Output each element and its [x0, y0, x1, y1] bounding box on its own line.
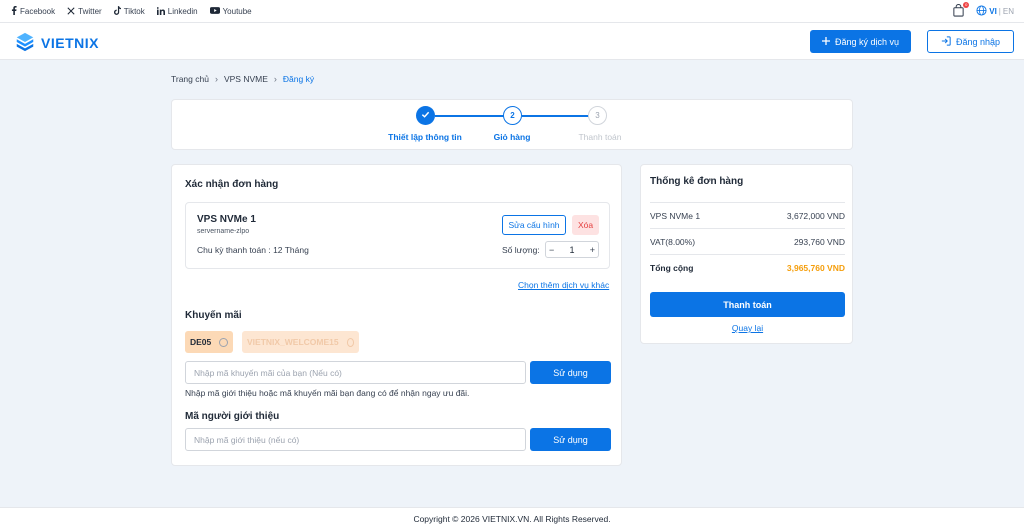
main-header: VIETNIX Đăng ký dịch vụ Đăng nhập — [0, 23, 1024, 60]
step-2-circle: 2 — [503, 106, 522, 125]
chevron-right-icon: › — [273, 74, 277, 84]
linkedin-link[interactable]: Linkedin — [156, 6, 198, 17]
check-icon — [421, 110, 430, 121]
summary-total-value: 3,965,760 VND — [786, 262, 845, 273]
breadcrumb: Trang chủ › VPS NVME › Đăng ký — [171, 74, 314, 84]
quantity-stepper: − 1 + — [545, 241, 599, 258]
product-hostname: servername-zlpo — [197, 228, 250, 235]
quantity-decrease-button[interactable]: − — [549, 245, 554, 255]
summary-row-label: VPS NVMe 1 — [650, 210, 701, 221]
youtube-icon — [209, 7, 220, 16]
cart-count-badge: 0 — [963, 2, 970, 8]
cart-button[interactable]: 0 — [952, 2, 970, 19]
step-3-label: Thanh toán — [578, 132, 622, 142]
promo-hint: Nhập mã giới thiệu hoặc mã khuyến mãi bạ… — [185, 388, 470, 398]
linkedin-icon — [156, 6, 165, 17]
step-1-circle — [416, 106, 435, 125]
step-connector-active — [522, 115, 597, 117]
promo-code-input[interactable] — [185, 361, 526, 384]
lang-separator: | — [998, 6, 1001, 16]
language-switcher[interactable]: VI | EN — [976, 4, 1014, 18]
product-name: VPS NVMe 1 — [197, 214, 256, 225]
login-icon — [941, 35, 951, 48]
facebook-link[interactable]: Facebook — [11, 6, 55, 17]
quantity-label: Số lượng: — [502, 245, 540, 255]
add-more-services-link[interactable]: Chọn thêm dịch vụ khác — [518, 280, 609, 290]
facebook-label: Facebook — [20, 7, 56, 16]
summary-row-value: 293,760 VND — [793, 236, 845, 247]
order-item: VPS NVMe 1 servername-zlpo Chu kỳ thanh … — [185, 202, 610, 269]
shopping-bag-icon — [952, 3, 965, 19]
register-service-label: Đăng ký dịch vụ — [834, 36, 900, 47]
order-confirmation-card: Xác nhận đơn hàng VPS NVMe 1 servername-… — [171, 164, 622, 466]
promo-radio[interactable] — [219, 337, 228, 347]
x-twitter-icon — [67, 6, 75, 17]
login-label: Đăng nhập — [955, 36, 1001, 47]
twitter-label: Twitter — [78, 7, 102, 16]
breadcrumb-product[interactable]: VPS NVME — [224, 74, 268, 84]
quantity-value[interactable]: 1 — [569, 245, 574, 255]
chevron-right-icon: › — [214, 74, 218, 84]
facebook-icon — [11, 6, 17, 17]
logo-text: VIETNIX — [41, 35, 99, 51]
checkout-stepper: 2 3 Thiết lập thông tin Giỏ hàng Thanh t… — [171, 99, 853, 150]
lang-vi[interactable]: VI — [989, 7, 997, 16]
summary-row-vat: VAT(8.00%) 293,760 VND — [650, 228, 845, 254]
topbar-right: 0 VI | EN — [952, 2, 1014, 19]
apply-referral-button[interactable]: Sử dụng — [530, 428, 611, 451]
apply-promo-button[interactable]: Sử dụng — [530, 361, 611, 384]
step-3-circle: 3 — [588, 106, 607, 125]
twitter-link[interactable]: Twitter — [67, 6, 102, 17]
quantity-increase-button[interactable]: + — [590, 245, 595, 255]
summary-title: Thống kê đơn hàng — [650, 176, 744, 187]
breadcrumb-current: Đăng ký — [282, 74, 315, 84]
tiktok-icon — [113, 6, 121, 17]
promo-code-label: DE05 — [190, 337, 212, 347]
lang-en[interactable]: EN — [1003, 7, 1014, 16]
summary-row-value: 3,672,000 VND — [786, 210, 845, 221]
footer: Copyright © 2026 VIETNIX.VN. All Rights … — [0, 507, 1024, 530]
summary-row-product: VPS NVMe 1 3,672,000 VND — [650, 202, 845, 228]
cube-logo-icon — [14, 31, 36, 55]
login-button[interactable]: Đăng nhập — [927, 30, 1014, 53]
referral-section-title: Mã người giới thiệu — [185, 411, 280, 422]
summary-total-label: Tổng cộng — [650, 262, 694, 273]
plus-icon — [821, 36, 830, 47]
vietnix-logo[interactable]: VIETNIX — [14, 31, 99, 55]
top-social-bar: Facebook Twitter Tiktok Linkedin Youtube — [0, 0, 1024, 23]
copyright-text: Copyright © 2026 VIETNIX.VN. All Rights … — [413, 514, 611, 524]
youtube-label: Youtube — [222, 7, 252, 16]
billing-cycle: Chu kỳ thanh toán : 12 Tháng — [197, 245, 309, 255]
order-summary-card: Thống kê đơn hàng VPS NVMe 1 3,672,000 V… — [640, 164, 853, 344]
step-connector-done — [435, 115, 510, 117]
tiktok-label: Tiktok — [123, 7, 145, 16]
checkout-pay-button[interactable]: Thanh toán — [650, 292, 845, 317]
summary-row-total: Tổng cộng 3,965,760 VND — [650, 254, 845, 280]
referral-code-input[interactable] — [185, 428, 526, 451]
promo-radio[interactable] — [346, 337, 354, 347]
summary-row-label: VAT(8.00%) — [650, 236, 696, 247]
promo-code-label: VIETNIX_WELCOME15 — [247, 337, 339, 347]
go-back-link[interactable]: Quay lại — [641, 323, 854, 333]
step-2-label: Giỏ hàng — [493, 132, 531, 142]
breadcrumb-home[interactable]: Trang chủ — [171, 74, 209, 84]
social-links: Facebook Twitter Tiktok Linkedin Youtube — [11, 6, 252, 17]
edit-config-button[interactable]: Sửa cấu hình — [502, 215, 566, 235]
register-service-button[interactable]: Đăng ký dịch vụ — [810, 30, 911, 53]
globe-icon — [976, 4, 987, 18]
tiktok-link[interactable]: Tiktok — [113, 6, 145, 17]
promo-section-title: Khuyến mãi — [185, 310, 242, 321]
promo-code-de05[interactable]: DE05 — [185, 331, 233, 353]
promo-code-welcome15[interactable]: VIETNIX_WELCOME15 — [242, 331, 359, 353]
linkedin-label: Linkedin — [167, 7, 198, 16]
order-section-title: Xác nhận đơn hàng — [185, 179, 279, 190]
delete-item-button[interactable]: Xóa — [572, 215, 599, 235]
youtube-link[interactable]: Youtube — [209, 6, 252, 17]
step-1-label: Thiết lập thông tin — [388, 132, 462, 142]
